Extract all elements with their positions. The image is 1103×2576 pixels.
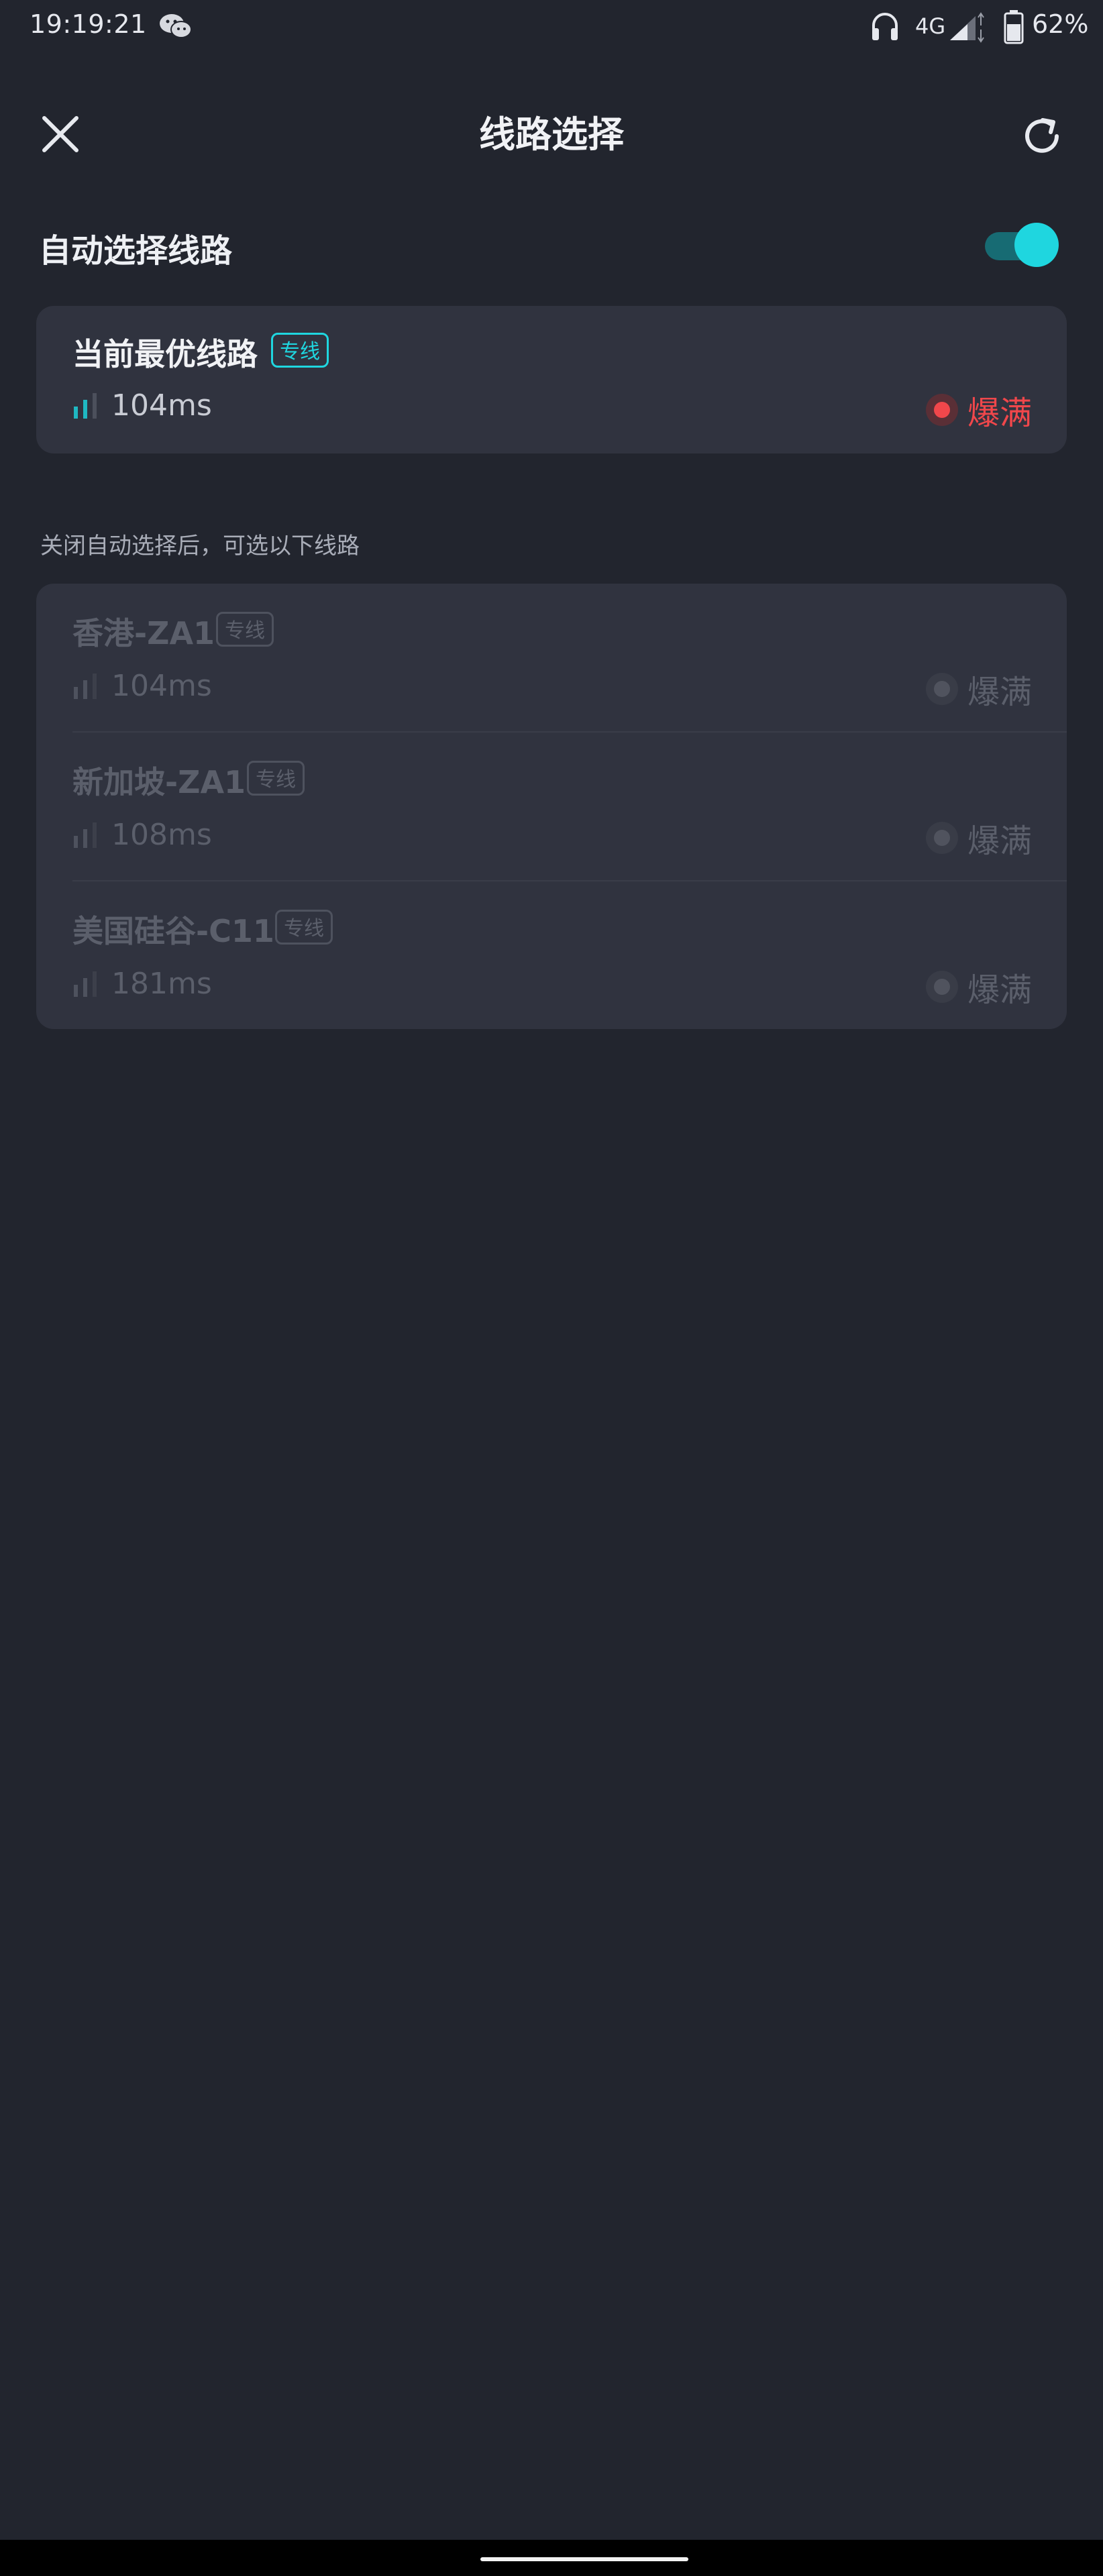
dedicated-badge: 专线: [271, 333, 329, 368]
load-status: 爆满: [926, 665, 1032, 712]
load-status: 爆满: [926, 386, 1032, 433]
dedicated-badge: 专线: [247, 761, 305, 796]
battery-level: 62%: [1032, 9, 1089, 39]
line-list: 香港-ZA1 专线 104ms 爆满 新加坡-ZA1 专线 108ms 爆满 美…: [36, 584, 1067, 1029]
latency-row: 181ms: [72, 967, 212, 1001]
auto-select-toggle[interactable]: [985, 221, 1060, 268]
latency-value: 104ms: [111, 669, 212, 703]
load-status: 爆满: [926, 814, 1032, 861]
refresh-icon: [1025, 118, 1059, 153]
auto-select-label: 自动选择线路: [39, 232, 233, 270]
status-text: 爆满: [967, 394, 1033, 432]
page-title: 线路选择: [479, 113, 624, 156]
line-name: 美国硅谷-C11: [72, 913, 274, 949]
latency-value: 104ms: [111, 388, 212, 423]
toggle-knob: [1014, 223, 1059, 267]
latency-row: 108ms: [72, 818, 212, 852]
latency-row: 104ms: [72, 669, 212, 703]
signal-strength-icon: [74, 971, 97, 997]
line-item[interactable]: 新加坡-ZA1 专线 108ms 爆满: [36, 733, 1067, 881]
network-type: 4G: [915, 13, 946, 39]
battery-icon: [1004, 10, 1024, 44]
signal-strength-icon: [74, 393, 97, 419]
line-item[interactable]: 美国硅谷-C11 专线 181ms 爆满: [36, 881, 1067, 1030]
status-dot-icon: [926, 673, 958, 705]
home-indicator[interactable]: [480, 2557, 688, 2561]
status-bar: 19:19:21 4G 62%: [0, 0, 1103, 58]
line-name: 香港-ZA1: [72, 615, 215, 651]
load-status: 爆满: [926, 963, 1032, 1010]
signal-icon: [950, 12, 984, 43]
status-text: 爆满: [967, 674, 1033, 711]
signal-strength-icon: [74, 822, 97, 848]
wechat-icon: [160, 14, 192, 38]
status-dot-icon: [926, 822, 958, 854]
section-note: 关闭自动选择后，可选以下线路: [40, 533, 360, 559]
dedicated-badge: 专线: [216, 612, 274, 647]
headphone-icon: [872, 13, 898, 40]
latency-row: 104ms: [72, 388, 212, 423]
screen: 19:19:21 4G 62% 线路选择 自动选择线路 当前最优线路 专线 10…: [0, 0, 1103, 2576]
best-line-card[interactable]: 当前最优线路 专线 104ms 爆满: [36, 306, 1067, 453]
line-item[interactable]: 香港-ZA1 专线 104ms 爆满: [36, 584, 1067, 733]
refresh-button[interactable]: [1012, 106, 1072, 166]
dedicated-badge: 专线: [275, 910, 333, 945]
signal-strength-icon: [74, 674, 97, 699]
best-line-title: 当前最优线路: [72, 336, 258, 372]
latency-value: 181ms: [111, 967, 212, 1001]
status-text: 爆满: [967, 971, 1033, 1009]
status-time: 19:19:21: [30, 9, 147, 39]
status-dot-icon: [926, 394, 958, 426]
status-dot-icon: [926, 971, 958, 1003]
latency-value: 108ms: [111, 818, 212, 852]
status-text: 爆满: [967, 822, 1033, 860]
navigation-bar: [0, 2540, 1103, 2576]
line-name: 新加坡-ZA1: [72, 764, 246, 800]
